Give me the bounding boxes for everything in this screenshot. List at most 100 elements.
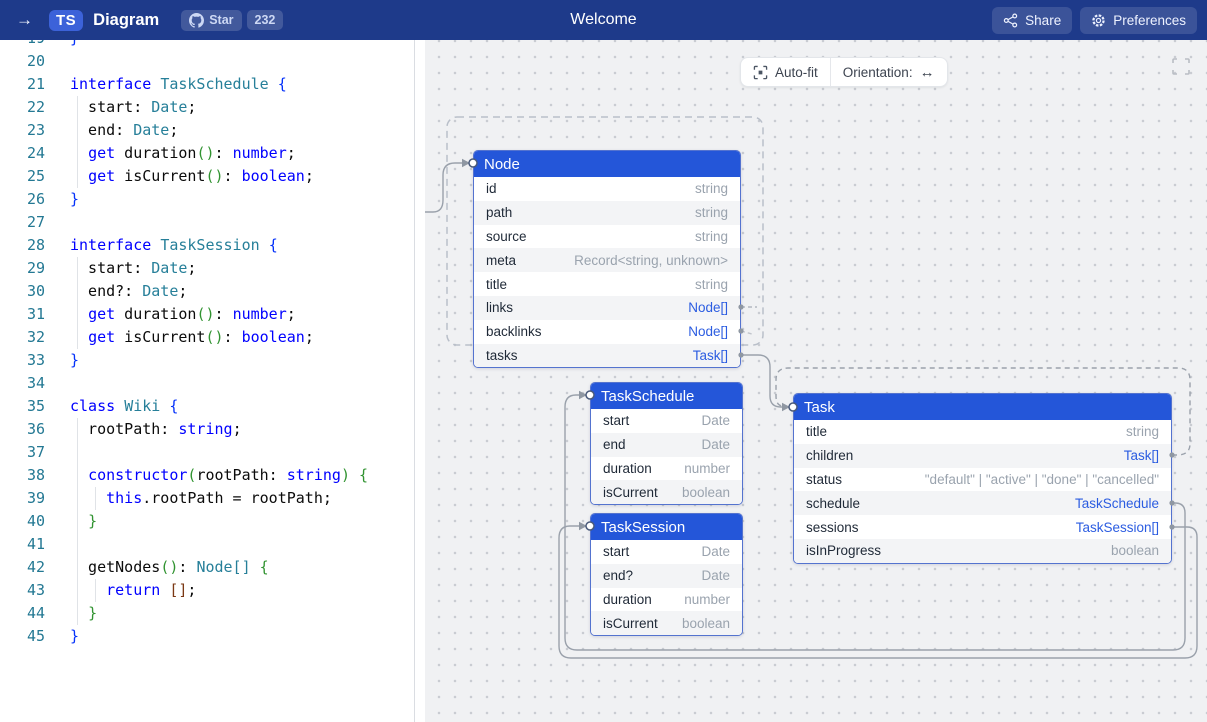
code-line: 40 } xyxy=(0,510,414,533)
entity-row: idstring xyxy=(474,177,740,201)
code-token: ; xyxy=(305,328,314,346)
code-editor-panel[interactable]: 19}2021interface TaskSchedule {22 start:… xyxy=(0,40,415,722)
line-number: 29 xyxy=(0,257,45,280)
code-token: get xyxy=(88,144,115,162)
back-arrow-icon[interactable]: → xyxy=(10,8,39,32)
code-token: { xyxy=(278,75,287,93)
attribute-type-link[interactable]: Task[] xyxy=(693,348,728,363)
code-token: : xyxy=(224,328,242,346)
panel-splitter[interactable] xyxy=(415,40,425,722)
code-line: 21interface TaskSchedule { xyxy=(0,73,414,96)
entity-row: linksNode[] xyxy=(474,296,740,320)
code-lines: 19}2021interface TaskSchedule {22 start:… xyxy=(0,40,414,648)
line-number: 34 xyxy=(0,372,45,395)
attribute-type: string xyxy=(695,277,728,292)
entity-row: titlestring xyxy=(794,420,1171,444)
github-star-widget[interactable]: Star 232 xyxy=(181,10,283,31)
code-token: : xyxy=(178,558,196,576)
attribute-type: boolean xyxy=(1111,543,1159,558)
preferences-button[interactable]: Preferences xyxy=(1080,7,1197,34)
entity-row: sessionsTaskSession[] xyxy=(794,515,1171,539)
edge-node-backlinks-stub xyxy=(741,331,752,334)
share-label: Share xyxy=(1025,13,1061,28)
code-token xyxy=(70,466,88,484)
code-token: Node[] xyxy=(196,558,250,576)
code-line: 33} xyxy=(0,349,414,372)
entity-row: end?Date xyxy=(591,564,742,588)
attribute-type: Date xyxy=(701,568,730,583)
entity-tasksession[interactable]: TaskSessionstartDateend?Datedurationnumb… xyxy=(590,513,743,636)
github-star-button[interactable]: Star xyxy=(181,10,241,31)
code-token xyxy=(70,512,88,530)
code-token xyxy=(151,236,160,254)
auto-fit-button[interactable]: Auto-fit xyxy=(741,58,830,86)
entity-title: Node xyxy=(474,151,740,177)
line-number: 28 xyxy=(0,234,45,257)
github-octocat-icon xyxy=(189,13,204,28)
github-star-label: Star xyxy=(209,13,233,27)
code-token: ; xyxy=(287,144,296,162)
attribute-type: boolean xyxy=(682,616,730,631)
code-token: () xyxy=(205,328,223,346)
attribute-name: backlinks xyxy=(486,324,542,339)
code-token: } xyxy=(70,40,79,47)
app-name: Diagram xyxy=(93,11,159,30)
orientation-button[interactable]: Orientation: ↔ xyxy=(831,58,947,86)
line-number: 44 xyxy=(0,602,45,625)
entity-title: TaskSession xyxy=(591,514,742,540)
diagram-canvas[interactable]: NodeidstringpathstringsourcestringmetaRe… xyxy=(425,40,1207,722)
attribute-type: "default" | "active" | "done" | "cancell… xyxy=(925,472,1159,487)
code-token: ; xyxy=(305,167,314,185)
code-line: 44 } xyxy=(0,602,414,625)
entity-row: childrenTask[] xyxy=(794,444,1171,468)
code-token: Date xyxy=(142,282,178,300)
attribute-type: number xyxy=(684,461,730,476)
line-number: 36 xyxy=(0,418,45,441)
auto-fit-icon xyxy=(753,65,768,80)
code-token xyxy=(260,236,269,254)
fullscreen-icon[interactable] xyxy=(1172,58,1190,75)
code-token: Date xyxy=(151,259,187,277)
code-token: ; xyxy=(187,581,196,599)
code-token xyxy=(115,397,124,415)
code-token: start: xyxy=(70,98,151,116)
code-line: 29 start: Date; xyxy=(0,257,414,280)
attribute-type-link[interactable]: TaskSession[] xyxy=(1076,520,1159,535)
attribute-type-link[interactable]: TaskSchedule xyxy=(1075,496,1159,511)
code-token: interface xyxy=(70,236,151,254)
line-number: 31 xyxy=(0,303,45,326)
indent-guide xyxy=(77,142,78,165)
code-token: string xyxy=(287,466,341,484)
code-token: rootPath: xyxy=(196,466,286,484)
orientation-arrow-icon: ↔ xyxy=(920,64,935,81)
code-token: } xyxy=(88,604,97,622)
github-star-count[interactable]: 232 xyxy=(247,10,284,30)
attribute-type-link[interactable]: Task[] xyxy=(1124,448,1159,463)
arrowhead-node xyxy=(462,159,470,167)
code-line: 24 get duration(): number; xyxy=(0,142,414,165)
share-button[interactable]: Share xyxy=(992,7,1072,34)
code-token xyxy=(70,581,106,599)
attribute-type-link[interactable]: Node[] xyxy=(688,324,728,339)
indent-guide xyxy=(77,418,78,441)
attribute-name: schedule xyxy=(806,496,860,511)
code-line: 43 return []; xyxy=(0,579,414,602)
code-line: 38 constructor(rootPath: string) { xyxy=(0,464,414,487)
code-token: () xyxy=(160,558,178,576)
attribute-type-link[interactable]: Node[] xyxy=(688,300,728,315)
ts-logo-badge: TS xyxy=(49,10,83,31)
entity-taskschedule[interactable]: TaskSchedulestartDateendDatedurationnumb… xyxy=(590,382,743,505)
code-token: TaskSession xyxy=(160,236,259,254)
code-token xyxy=(70,604,88,622)
code-token: : xyxy=(215,144,233,162)
code-line: 31 get duration(): number; xyxy=(0,303,414,326)
entity-node[interactable]: NodeidstringpathstringsourcestringmetaRe… xyxy=(473,150,741,368)
indent-guide xyxy=(77,579,78,602)
entity-task[interactable]: TasktitlestringchildrenTask[]status"defa… xyxy=(793,393,1172,564)
code-token: ) xyxy=(341,466,350,484)
attribute-type: Date xyxy=(701,437,730,452)
line-number: 27 xyxy=(0,211,45,234)
code-token: ; xyxy=(169,121,178,139)
attribute-name: duration xyxy=(603,592,652,607)
line-number: 33 xyxy=(0,349,45,372)
